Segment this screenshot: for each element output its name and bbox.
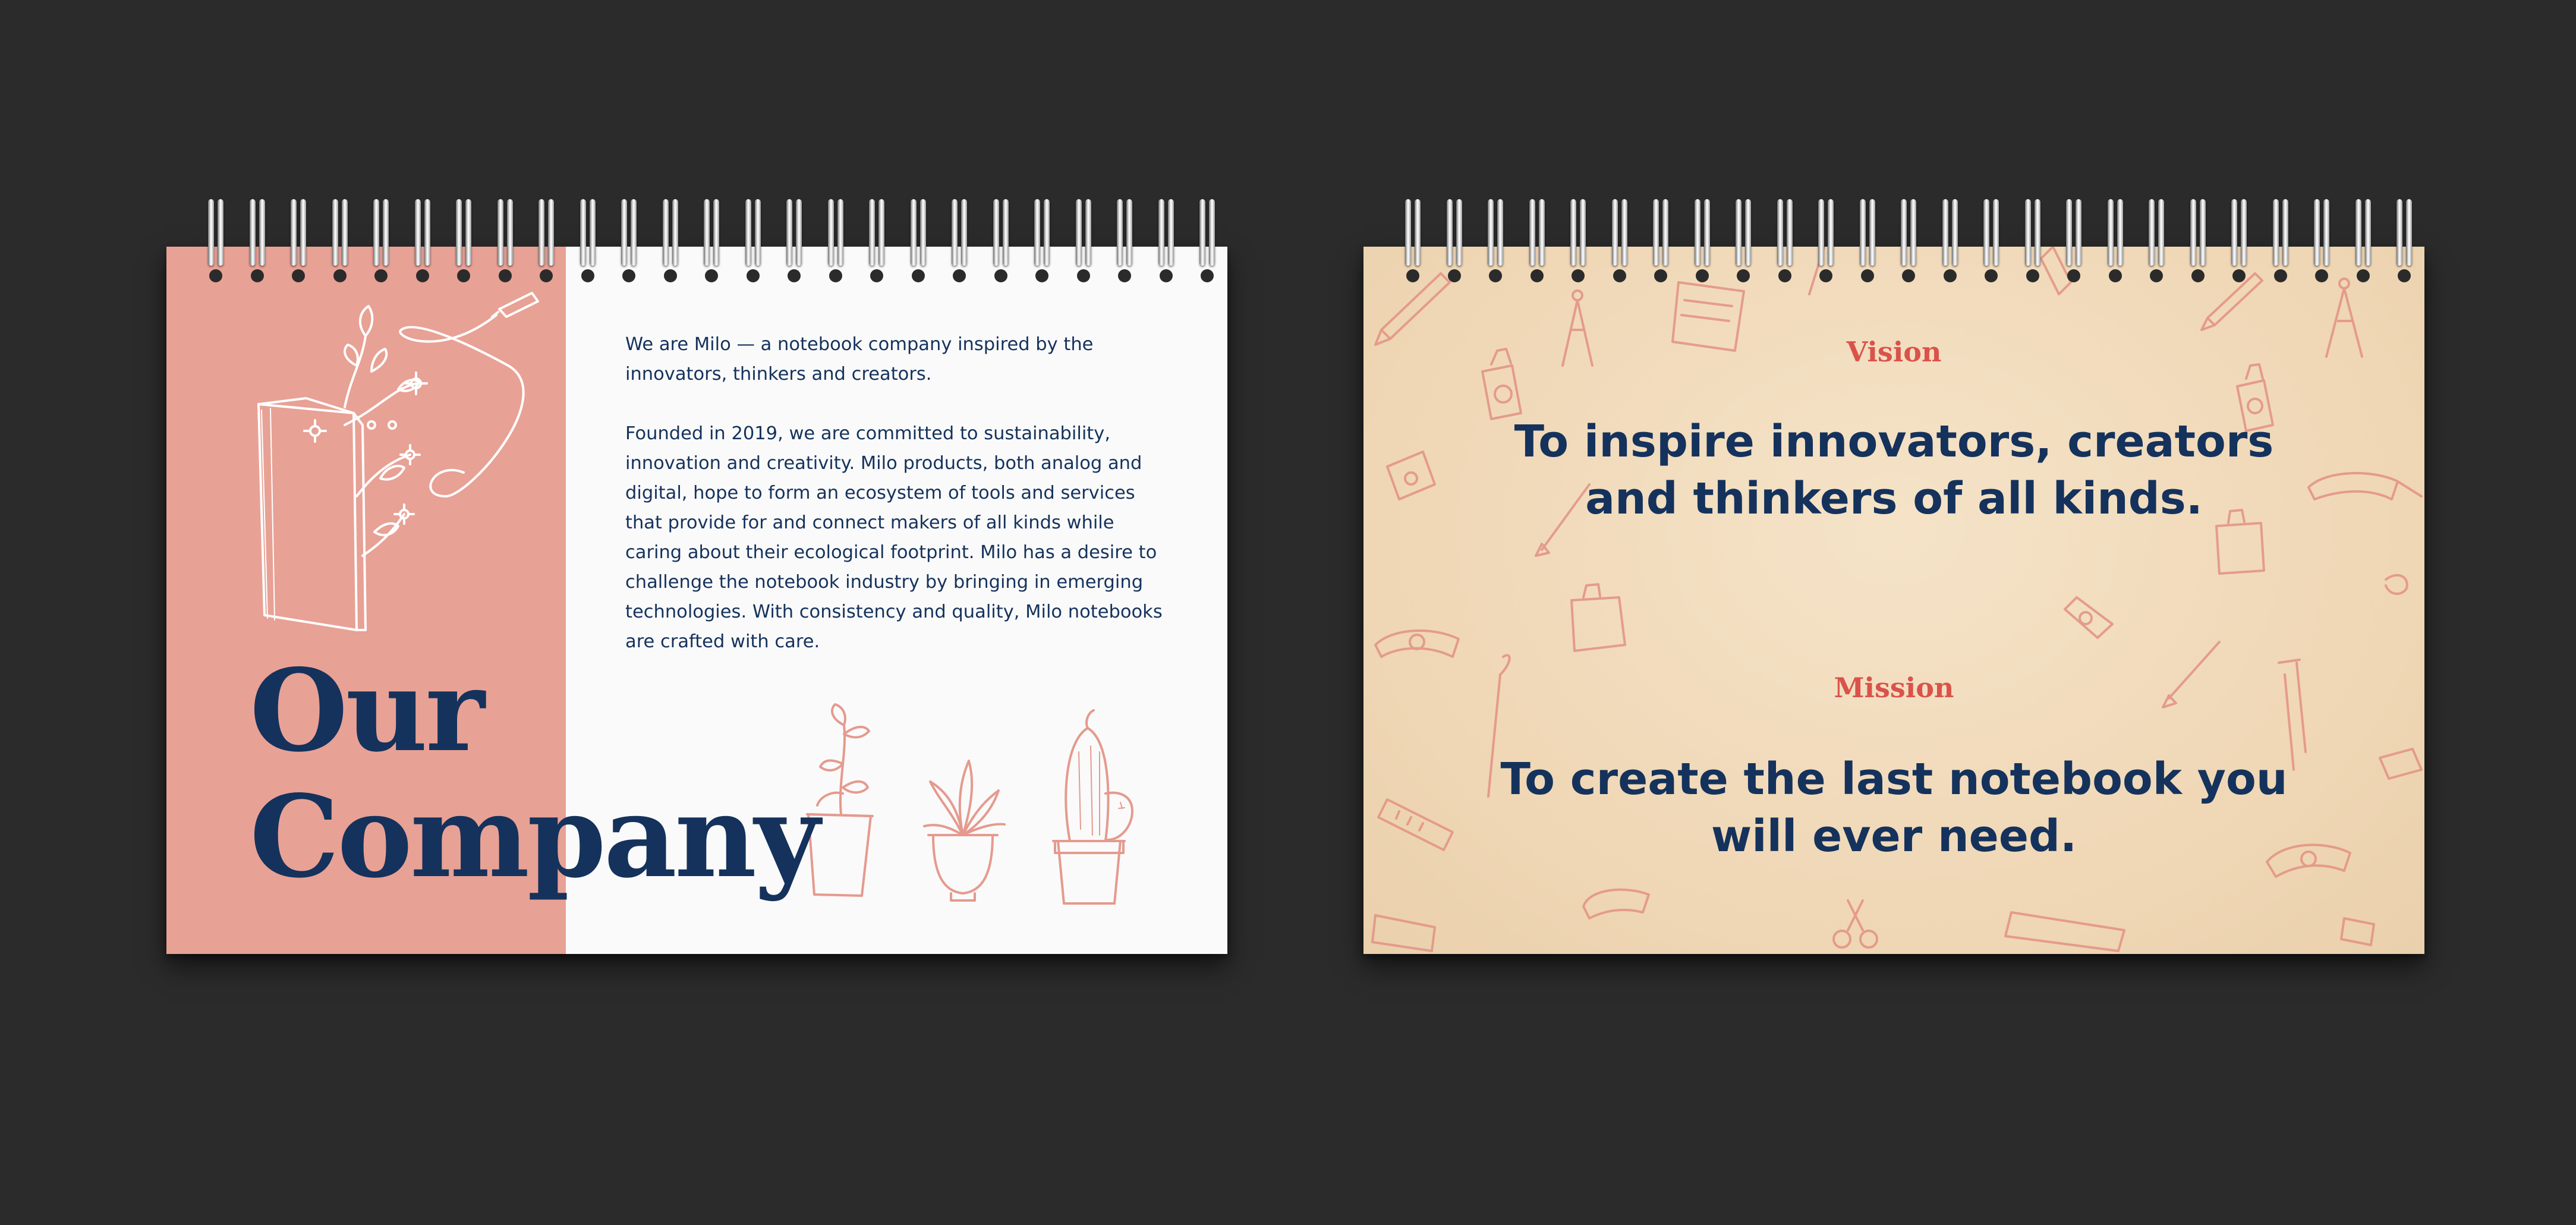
intro-paragraph: We are Milo — a notebook company inspire…	[625, 334, 1094, 385]
title-line-1: Our	[250, 644, 485, 777]
spiral-ring	[580, 199, 596, 282]
spiral-ring	[910, 199, 926, 282]
spiral-ring	[1075, 199, 1091, 282]
intro-text-block: We are Milo — a notebook company inspire…	[625, 330, 1172, 686]
spiral-ring	[745, 199, 761, 282]
spiral-ring	[869, 199, 884, 282]
title-line-2: Company	[250, 770, 820, 903]
spiral-ring	[621, 199, 637, 282]
our-company-notebook: We are Milo — a notebook company inspire…	[166, 199, 1227, 954]
spiral-ring	[952, 199, 967, 282]
plant-pots-illustration	[806, 703, 1133, 905]
spiral-ring	[827, 199, 843, 282]
spiral-ring	[786, 199, 802, 282]
vision-label: Vision	[1846, 336, 1942, 368]
vision-statement: To inspire innovators, creators and thin…	[1514, 416, 2274, 524]
spiral-ring	[1117, 199, 1132, 282]
body-paragraph: Founded in 2019, we are committed to sus…	[625, 423, 1163, 652]
page-title: Our Company	[250, 644, 820, 903]
spiral-ring	[662, 199, 678, 282]
spiral-ring	[1199, 199, 1215, 282]
spiral-ring	[1158, 199, 1174, 282]
spiral-ring	[993, 199, 1009, 282]
spiral-ring	[1034, 199, 1050, 282]
mission-statement: To create the last notebook you will eve…	[1500, 754, 2288, 862]
mission-label: Mission	[1834, 672, 1954, 704]
spiral-ring	[704, 199, 719, 282]
book-flowers-illustration	[257, 292, 539, 631]
vision-mission-notebook: Vision To inspire innovators, creators a…	[1363, 199, 2424, 954]
